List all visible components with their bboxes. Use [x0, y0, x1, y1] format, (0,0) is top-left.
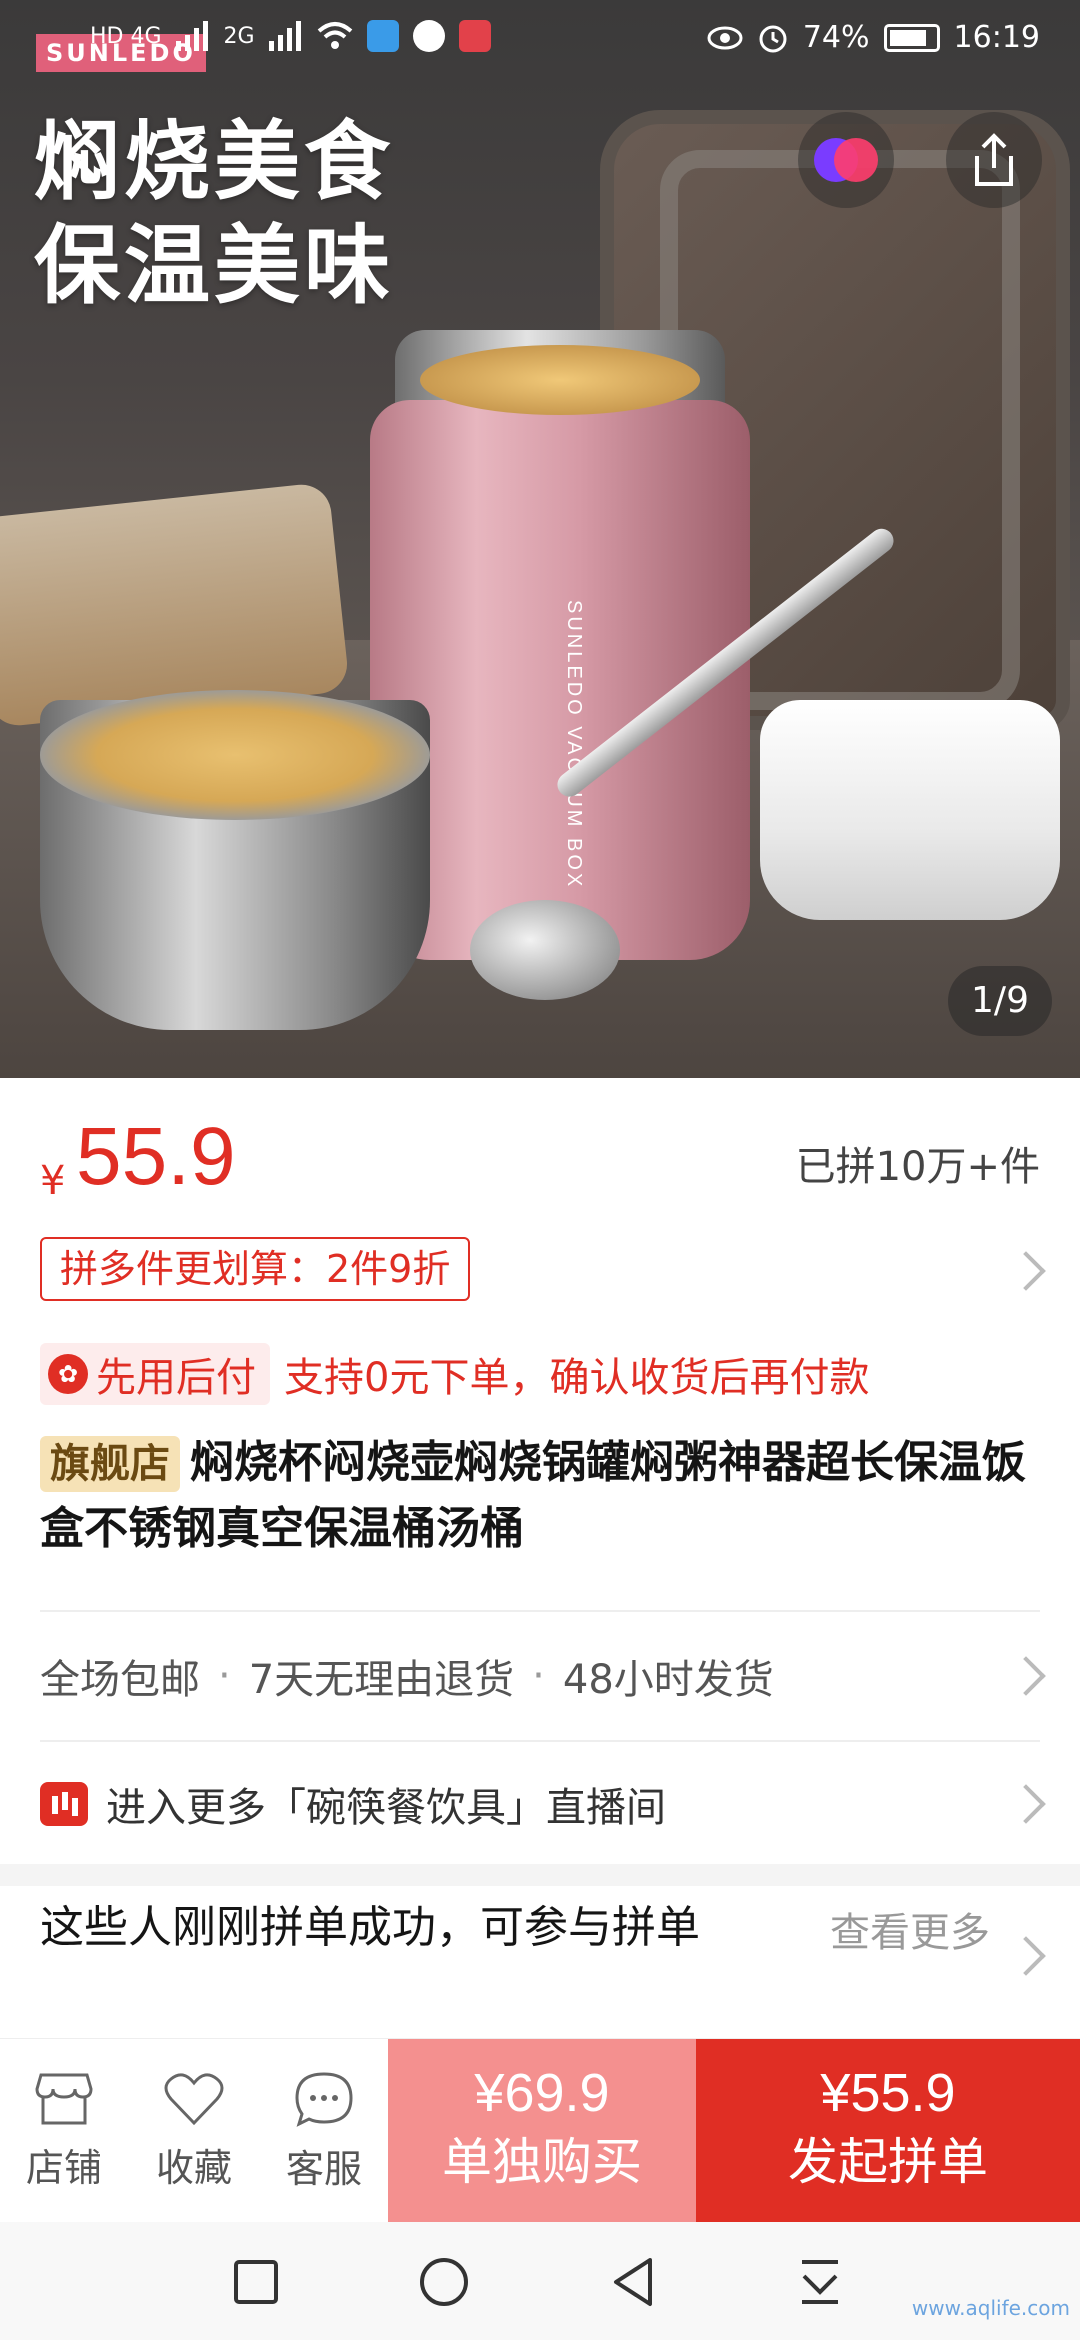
chevron-right-icon — [1006, 1251, 1046, 1291]
pay-later-tag: ✿ 先用后付 — [40, 1343, 270, 1405]
jar-food-image — [420, 345, 700, 415]
bottom-action-bar: 店铺 收藏 客服 ¥69.9 单独购买 ¥55.9 发起拼单 — [0, 2038, 1080, 2223]
section-gap — [0, 1864, 1080, 1886]
price-value: 55.9 — [76, 1111, 236, 1202]
live-stream-icon — [40, 1782, 88, 1826]
square-icon — [234, 2260, 278, 2304]
status-bar-right: 74% 16:19 — [707, 20, 1040, 55]
network-indicator-2: 2G — [223, 23, 255, 49]
pay-later-row[interactable]: ✿ 先用后付 支持0元下单，确认收货后再付款 — [40, 1340, 1040, 1408]
store-icon — [35, 2073, 93, 2124]
service-48h-ship: 48小时发货 — [562, 1657, 774, 1703]
chevron-left-icon — [67, 127, 97, 181]
wifi-icon — [317, 22, 352, 49]
app-logo-icon — [814, 138, 878, 182]
divider — [40, 1740, 1040, 1742]
group-buy-label: 发起拼单 — [788, 2133, 988, 2191]
service-7-day-return: 7天无理由退货 — [248, 1657, 515, 1703]
live-room-text: 进入更多「碗筷餐饮具」直播间 — [106, 1785, 666, 1831]
status-bar-left: HD 4G 2G — [90, 20, 491, 52]
back-button[interactable] — [40, 112, 124, 196]
spoon-head-image — [470, 900, 620, 1000]
separator-dot: · — [218, 1653, 231, 1699]
share-icon — [975, 133, 1013, 186]
store-button[interactable]: 店铺 — [0, 2039, 128, 2223]
weather-icon — [366, 20, 399, 52]
jar-lid-image — [760, 700, 1060, 920]
recent-apps-button[interactable] — [226, 2252, 286, 2312]
chat-bubble-icon — [295, 2071, 353, 2127]
clock: 16:19 — [953, 20, 1040, 55]
service-guarantees-row[interactable]: 全场包邮 · 7天无理由退货 · 48小时发货 — [40, 1646, 1046, 1706]
view-more-link[interactable]: 查看更多 — [830, 1900, 990, 1958]
app-switch-button[interactable] — [798, 112, 894, 208]
status-bar: HD 4G 2G 74% 16:19 — [0, 0, 1080, 80]
signal-icon-2 — [268, 21, 301, 51]
back-nav-button[interactable] — [604, 2252, 664, 2312]
separator-dot: · — [532, 1653, 545, 1699]
site-watermark: www.aqlife.com — [911, 2296, 1070, 2320]
chevron-right-icon — [1006, 1936, 1046, 1976]
store-label: 店铺 — [25, 2145, 102, 2190]
battery-icon — [883, 23, 940, 52]
image-counter: 1/9 — [948, 966, 1052, 1036]
customer-service-label: 客服 — [285, 2146, 362, 2191]
product-title: 旗舰店 焖烧杯闷烧壶焖烧锅罐焖粥神器超长保温饭盒不锈钢真空保温桶汤桶 — [40, 1430, 1050, 1562]
home-button[interactable] — [414, 2252, 474, 2312]
battery-percent: 74% — [802, 20, 870, 55]
porridge-image — [40, 690, 430, 820]
customer-service-button[interactable]: 客服 — [260, 2039, 388, 2223]
pull-down-icon — [802, 2260, 838, 2304]
promo-row[interactable]: 拼多件更划算：2件9折 — [40, 1237, 1046, 1301]
wechat-icon — [412, 20, 445, 52]
flagship-badge: 旗舰店 — [40, 1436, 180, 1492]
chevron-right-icon — [1006, 1784, 1046, 1824]
price-row: ¥ 55.9 已拼10万+件 — [40, 1110, 1040, 1210]
start-group-buy-button[interactable]: ¥55.9 发起拼单 — [696, 2039, 1080, 2223]
live-room-row[interactable]: 进入更多「碗筷餐饮具」直播间 — [40, 1772, 1046, 1836]
app-notification-icon — [458, 20, 491, 52]
favorite-label: 收藏 — [155, 2145, 232, 2190]
buy-alone-button[interactable]: ¥69.9 单独购买 — [388, 2039, 696, 2223]
network-indicator: HD 4G — [90, 23, 162, 49]
price-currency: ¥ — [40, 1158, 66, 1204]
chevron-right-icon — [1006, 1656, 1046, 1696]
heart-icon — [164, 2072, 224, 2125]
product-title-text: 焖烧杯闷烧壶焖烧锅罐焖粥神器超长保温饭盒不锈钢真空保温桶汤桶 — [40, 1437, 1026, 1554]
group-buy-row[interactable]: 这些人刚刚拼单成功，可参与拼单 查看更多 — [40, 1900, 1046, 2020]
circle-icon — [420, 2258, 468, 2306]
system-navigation-bar — [0, 2222, 1080, 2340]
group-buy-price: ¥55.9 — [820, 2063, 956, 2123]
sold-count: 已拼10万+件 — [795, 1144, 1040, 1190]
buy-alone-price: ¥69.9 — [474, 2063, 610, 2123]
product-image-carousel[interactable]: SUNLEDO VACUUM BOX SUNLEDO 焖烧美食 保温美味 1/9 — [0, 0, 1080, 1078]
promo-tag: 拼多件更划算：2件9折 — [40, 1237, 471, 1301]
eye-comfort-icon — [707, 26, 743, 49]
triangle-back-icon — [614, 2258, 652, 2306]
buy-alone-label: 单独购买 — [442, 2133, 642, 2191]
share-button[interactable] — [946, 112, 1042, 208]
divider — [40, 1610, 1040, 1612]
bread-image — [0, 481, 350, 729]
service-free-shipping: 全场包邮 — [40, 1657, 200, 1703]
notification-pull-button[interactable] — [790, 2252, 850, 2312]
group-buy-title: 这些人刚刚拼单成功，可参与拼单 — [40, 1902, 700, 1953]
favorite-button[interactable]: 收藏 — [130, 2039, 258, 2223]
pay-later-description: 支持0元下单，确认收货后再付款 — [284, 1355, 870, 1401]
headline-line-2: 保温美味 — [34, 216, 394, 316]
pay-later-label: 先用后付 — [96, 1355, 256, 1401]
alarm-icon — [759, 25, 787, 52]
jar-label: SUNLEDO VACUUM BOX — [563, 600, 585, 890]
pay-later-icon: ✿ — [48, 1354, 88, 1394]
signal-icon — [175, 21, 208, 51]
